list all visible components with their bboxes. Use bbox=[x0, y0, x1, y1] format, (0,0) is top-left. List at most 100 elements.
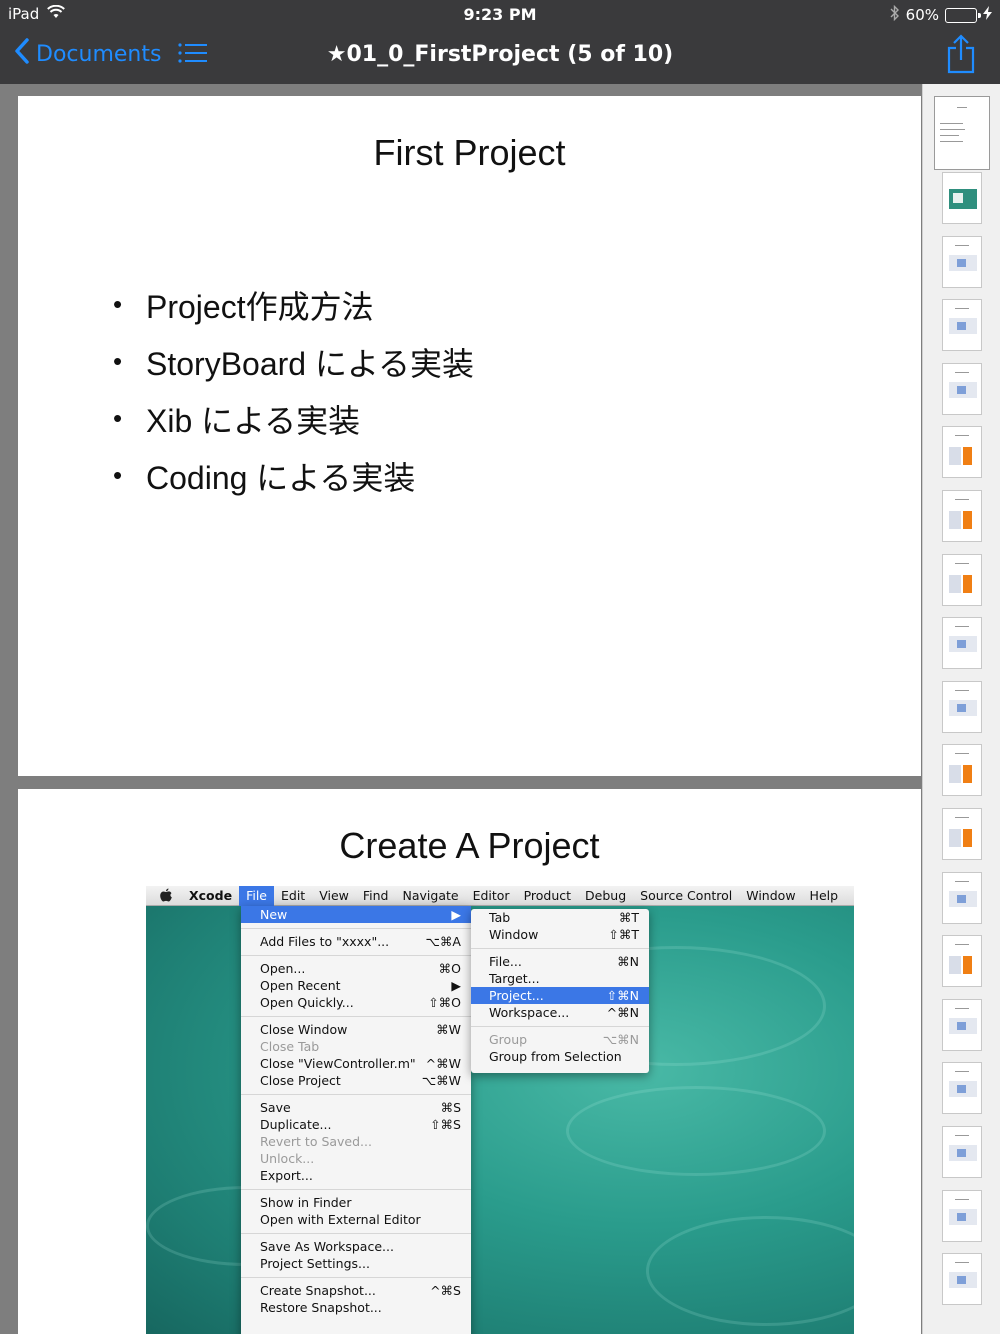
menu-item[interactable]: Workspace... ^⌘N bbox=[471, 1004, 649, 1021]
menu-item-label: Project... bbox=[489, 988, 544, 1003]
document-title: ★01_0_FirstProject (5 of 10) bbox=[326, 42, 674, 67]
slide-title: First Project bbox=[373, 132, 566, 173]
menu-item[interactable]: Save As Workspace... bbox=[241, 1238, 471, 1255]
menu-separator bbox=[241, 1272, 471, 1282]
page-thumbnail[interactable] bbox=[942, 617, 982, 670]
menu-item-label: New bbox=[260, 907, 288, 922]
menu-item-shortcut: ⌘T bbox=[618, 910, 639, 925]
bullet-item: Coding による実装 bbox=[113, 447, 474, 504]
menu-item-label: Workspace... bbox=[489, 1005, 570, 1020]
menu-item: Group ⌥⌘N bbox=[471, 1031, 649, 1048]
menubar-item-source-control[interactable]: Source Control bbox=[633, 886, 739, 906]
menu-item[interactable]: Close "ViewController.m" ^⌘W bbox=[241, 1055, 471, 1072]
bullet-item: Xib による実装 bbox=[113, 390, 474, 447]
new-submenu: Tab ⌘T Window ⇧⌘T File... ⌘N Target... Project.… bbox=[471, 909, 649, 1073]
menubar-item-debug[interactable]: Debug bbox=[578, 886, 633, 906]
menubar-item-file[interactable]: File bbox=[239, 886, 274, 906]
menu-separator bbox=[241, 1011, 471, 1021]
menubar-item-editor[interactable]: Editor bbox=[466, 886, 517, 906]
page-thumbnail[interactable] bbox=[942, 553, 982, 606]
menu-item-label: Window bbox=[489, 927, 539, 942]
menu-item-shortcut: ^⌘S bbox=[430, 1283, 461, 1298]
page-thumbnail[interactable] bbox=[942, 490, 982, 542]
menu-item[interactable]: Open Quickly... ⇧⌘O bbox=[241, 994, 471, 1011]
menu-separator bbox=[471, 943, 649, 953]
menu-item[interactable]: Save ⌘S bbox=[241, 1099, 471, 1116]
menu-item[interactable]: Add Files to "xxxx"... ⌥⌘A bbox=[241, 933, 471, 950]
menu-item[interactable]: Create Snapshot... ^⌘S bbox=[241, 1282, 471, 1299]
page-thumbnail[interactable] bbox=[942, 1062, 982, 1115]
battery-percent: 60% bbox=[905, 6, 939, 24]
page-thumbnail[interactable] bbox=[942, 871, 982, 924]
menu-item-label: Close Window bbox=[260, 1022, 348, 1037]
page-thumbnail[interactable] bbox=[942, 1253, 982, 1306]
page-thumbnail[interactable] bbox=[942, 426, 982, 479]
menu-item[interactable]: Open with External Editor bbox=[241, 1211, 471, 1228]
menu-item-label: Export... bbox=[260, 1168, 313, 1183]
top-bar: iPad 9:23 PM 60% Documents ★01_0_FirstPr… bbox=[0, 0, 1000, 84]
menu-item[interactable]: Close Project ⌥⌘W bbox=[241, 1072, 471, 1089]
page-thumbnail[interactable] bbox=[942, 299, 982, 352]
page-thumbnail[interactable] bbox=[942, 808, 982, 860]
menu-item-shortcut: ⇧⌘T bbox=[608, 927, 639, 942]
menubar-item-help[interactable]: Help bbox=[803, 886, 846, 906]
menu-item[interactable]: Open... ⌘O bbox=[241, 960, 471, 977]
menu-item[interactable]: New ▶ bbox=[241, 906, 471, 923]
menubar-item-navigate[interactable]: Navigate bbox=[396, 886, 466, 906]
menu-item[interactable]: Project Settings... bbox=[241, 1255, 471, 1272]
page-thumbnail[interactable] bbox=[934, 96, 990, 170]
menu-item-label: Close Tab bbox=[260, 1039, 320, 1054]
menu-item-label: Open with External Editor bbox=[260, 1212, 421, 1227]
menu-item-shortcut: ▶ bbox=[451, 978, 461, 993]
menu-item: Revert to Saved... bbox=[241, 1133, 471, 1150]
menubar-item-xcode[interactable]: Xcode bbox=[182, 886, 239, 906]
page-thumbnail[interactable] bbox=[942, 1126, 982, 1178]
menubar-item-window[interactable]: Window bbox=[739, 886, 802, 906]
menubar-item-find[interactable]: Find bbox=[356, 886, 396, 906]
page-thumbnail[interactable] bbox=[942, 172, 982, 224]
menu-item[interactable]: Show in Finder bbox=[241, 1194, 471, 1211]
bullet-list: Project作成方法StoryBoard による実装Xib による実装Codi… bbox=[113, 276, 474, 504]
menu-item[interactable]: Project... ⇧⌘N bbox=[471, 987, 649, 1004]
menu-item[interactable]: File... ⌘N bbox=[471, 953, 649, 970]
menu-item-shortcut: ^⌘N bbox=[606, 1005, 639, 1020]
page-thumbnail[interactable] bbox=[942, 998, 982, 1051]
page-thumbnail[interactable] bbox=[942, 680, 982, 733]
page-thumbnail[interactable] bbox=[942, 935, 982, 988]
page-thumbnail[interactable] bbox=[942, 744, 982, 797]
share-icon[interactable] bbox=[946, 34, 976, 78]
menu-item-label: Open... bbox=[260, 961, 306, 976]
menu-item[interactable]: Close Window ⌘W bbox=[241, 1021, 471, 1038]
pdf-viewer-app: iPad 9:23 PM 60% Documents ★01_0_FirstPr… bbox=[0, 0, 1000, 1334]
menu-item-label: Restore Snapshot... bbox=[260, 1300, 382, 1315]
menu-item-shortcut: ⇧⌘N bbox=[606, 988, 639, 1003]
menu-item[interactable]: Export... bbox=[241, 1167, 471, 1184]
menu-item-shortcut: ▶ bbox=[451, 907, 461, 922]
menu-item-label: Target... bbox=[489, 971, 540, 986]
menu-item[interactable]: Duplicate... ⇧⌘S bbox=[241, 1116, 471, 1133]
menu-item-label: Project Settings... bbox=[260, 1256, 370, 1271]
clock: 9:23 PM bbox=[463, 5, 537, 24]
menu-item-label: Open Recent bbox=[260, 978, 341, 993]
menu-item[interactable]: Tab ⌘T bbox=[471, 909, 649, 926]
menu-item[interactable]: Open Recent ▶ bbox=[241, 977, 471, 994]
menu-item[interactable]: Group from Selection bbox=[471, 1048, 649, 1065]
page-thumbnail[interactable] bbox=[942, 1189, 982, 1242]
menu-item-label: Unlock... bbox=[260, 1151, 315, 1166]
menu-separator bbox=[241, 923, 471, 933]
pdf-page-1[interactable]: First Project Project作成方法StoryBoard による実… bbox=[18, 96, 921, 776]
menubar-item-view[interactable]: View bbox=[312, 886, 356, 906]
slide-title: Create A Project bbox=[339, 825, 600, 866]
menu-item[interactable]: Restore Snapshot... bbox=[241, 1299, 471, 1316]
menu-item[interactable]: Window ⇧⌘T bbox=[471, 926, 649, 943]
page-thumbnail[interactable] bbox=[942, 362, 982, 415]
menu-item-shortcut: ⌘S bbox=[440, 1100, 461, 1115]
page-thumbnail[interactable] bbox=[942, 235, 982, 288]
menubar-item-edit[interactable]: Edit bbox=[274, 886, 312, 906]
nav-bar: Documents ★01_0_FirstProject (5 of 10) bbox=[0, 28, 1000, 84]
menu-item-label: Group bbox=[489, 1032, 528, 1047]
pdf-page-2[interactable]: Create A Project Xcode File Edit View Find Na… bbox=[18, 789, 921, 1334]
menu-item: Close Tab bbox=[241, 1038, 471, 1055]
menubar-item-product[interactable]: Product bbox=[517, 886, 578, 906]
menu-item[interactable]: Target... bbox=[471, 970, 649, 987]
